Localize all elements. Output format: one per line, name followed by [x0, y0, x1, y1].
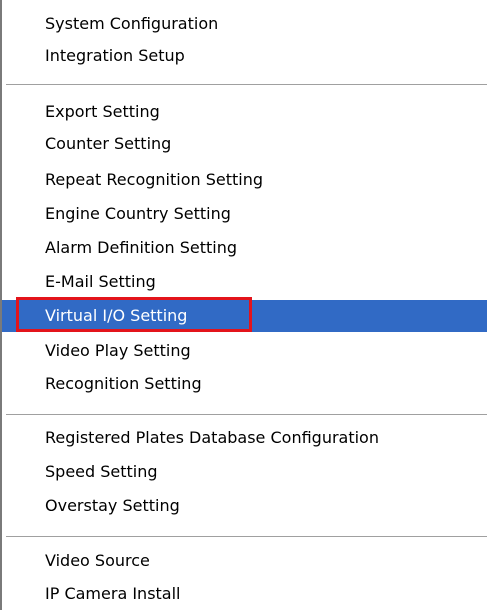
menu-item-alarm-definition-setting[interactable]: Alarm Definition Setting: [2, 232, 487, 264]
context-menu: System Configuration Integration Setup E…: [0, 0, 487, 610]
menu-item-email-setting[interactable]: E-Mail Setting: [2, 266, 487, 298]
menu-item-registered-plates-database-configuration[interactable]: Registered Plates Database Configuration: [2, 422, 487, 454]
menu-item-speed-setting[interactable]: Speed Setting: [2, 456, 487, 488]
menu-item-engine-country-setting[interactable]: Engine Country Setting: [2, 198, 487, 230]
menu-item-video-source[interactable]: Video Source: [2, 545, 487, 577]
menu-item-counter-setting[interactable]: Counter Setting: [2, 128, 487, 160]
menu-item-system-configuration[interactable]: System Configuration: [2, 8, 487, 40]
menu-item-virtual-io-setting[interactable]: Virtual I/O Setting: [2, 300, 487, 332]
menu-separator: [6, 84, 487, 85]
menu-item-overstay-setting[interactable]: Overstay Setting: [2, 490, 487, 522]
menu-item-recognition-setting[interactable]: Recognition Setting: [2, 368, 487, 400]
menu-separator: [6, 536, 487, 537]
menu-item-video-play-setting[interactable]: Video Play Setting: [2, 335, 487, 367]
menu-item-ip-camera-install[interactable]: IP Camera Install: [2, 578, 487, 610]
menu-item-export-setting[interactable]: Export Setting: [2, 96, 487, 128]
menu-separator: [6, 414, 487, 415]
menu-item-repeat-recognition-setting[interactable]: Repeat Recognition Setting: [2, 164, 487, 196]
menu-item-integration-setup[interactable]: Integration Setup: [2, 40, 487, 72]
